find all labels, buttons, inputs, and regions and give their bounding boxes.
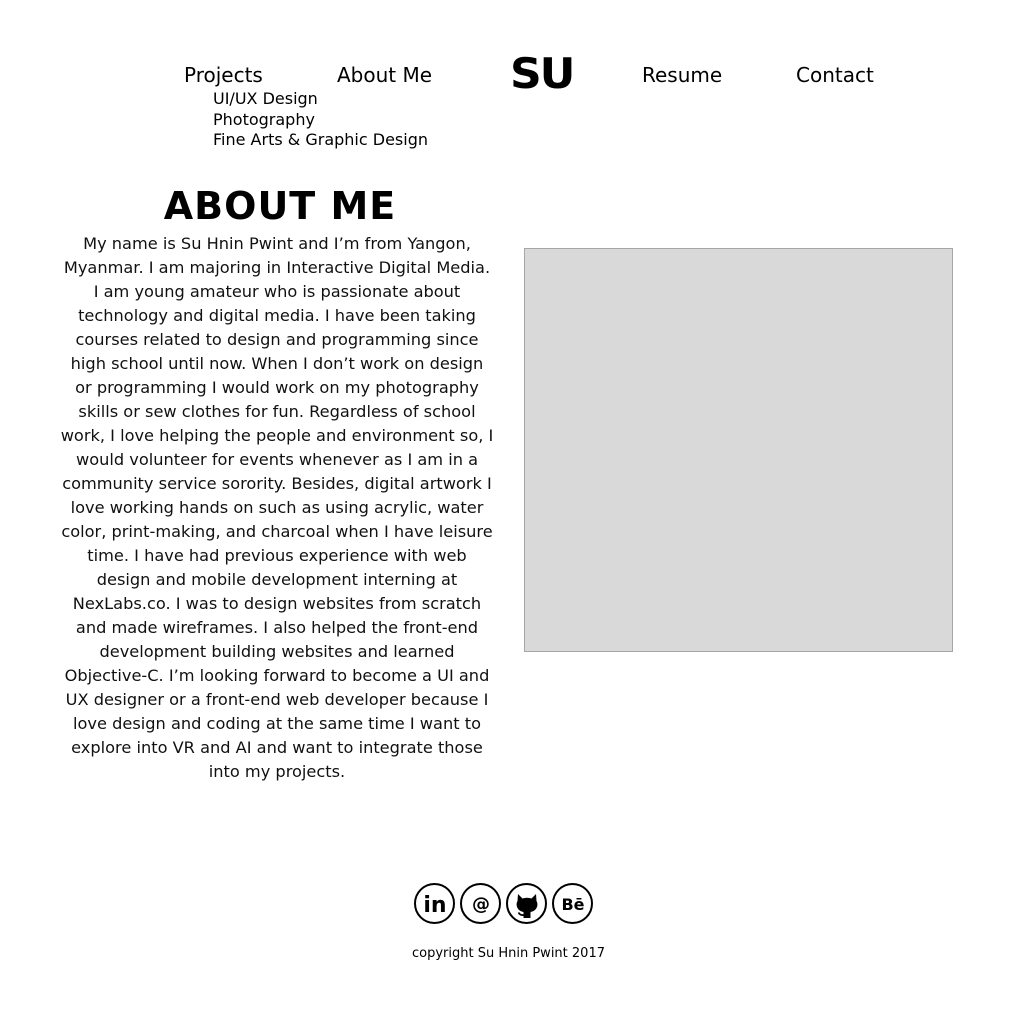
profile-photo-placeholder xyxy=(524,248,953,652)
page-title: ABOUT ME xyxy=(163,184,397,228)
github-icon[interactable] xyxy=(506,883,547,924)
nav-resume-link[interactable]: Resume xyxy=(642,62,722,88)
su-logo[interactable]: SU xyxy=(510,48,575,100)
github-glyph xyxy=(516,893,537,918)
at-glyph: @ xyxy=(472,894,490,915)
nav-projects-link[interactable]: Projects xyxy=(184,62,263,88)
submenu-item-uiux[interactable]: UI/UX Design xyxy=(213,89,428,110)
nav-about-link[interactable]: About Me xyxy=(337,62,432,88)
projects-submenu: UI/UX Design Photography Fine Arts & Gra… xyxy=(213,89,428,151)
behance-glyph: Bē xyxy=(561,895,584,914)
linkedin-glyph: in xyxy=(423,893,446,918)
svg-text:in: in xyxy=(423,893,446,918)
behance-icon[interactable]: Bē xyxy=(552,883,593,924)
at-email-icon[interactable]: @ xyxy=(460,883,501,924)
copyright-text: copyright Su Hnin Pwint 2017 xyxy=(412,946,605,961)
submenu-item-fine-arts[interactable]: Fine Arts & Graphic Design xyxy=(213,130,428,151)
svg-text:Bē: Bē xyxy=(561,895,584,914)
bio-paragraph: My name is Su Hnin Pwint and I’m from Ya… xyxy=(60,234,494,781)
nav-contact-link[interactable]: Contact xyxy=(796,62,874,88)
submenu-item-photography[interactable]: Photography xyxy=(213,110,428,131)
linkedin-icon[interactable]: in xyxy=(414,883,455,924)
svg-text:@: @ xyxy=(472,894,490,915)
social-links: in @ Bē xyxy=(414,883,593,924)
